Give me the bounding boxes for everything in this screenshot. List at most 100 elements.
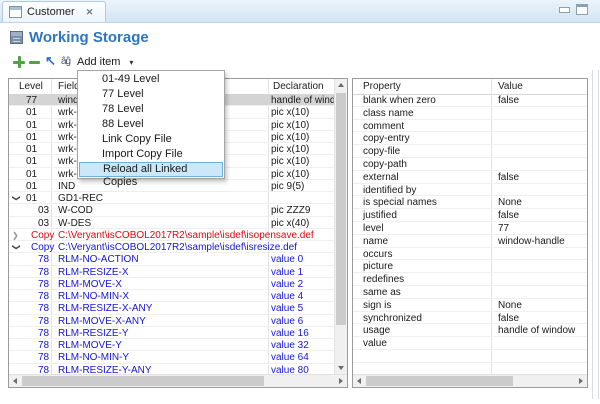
horizontal-scrollbar[interactable] [9, 374, 347, 387]
cell-level: 03 [38, 205, 49, 217]
table-row[interactable]: 78RLM-MOVE-Yvalue 32 [9, 339, 334, 351]
menu-item-link-copy-file[interactable]: Link Copy File [78, 132, 224, 147]
tab-customer[interactable]: Customer ✕ [2, 1, 106, 22]
property-row[interactable]: comment [353, 120, 587, 133]
cell-declaration: value 64 [271, 352, 309, 364]
chevron-collapsed-icon[interactable]: ❯ [12, 230, 20, 242]
cell-level: 01 [26, 144, 37, 156]
cell-declaration: pic x(10) [271, 169, 309, 181]
property-row[interactable] [353, 350, 587, 363]
table-row[interactable]: 01INDpic 9(5) [9, 180, 334, 192]
scroll-left-button[interactable] [353, 375, 365, 387]
cell-level: 78 [38, 328, 49, 340]
menu-item-77-level[interactable]: 77 Level [78, 87, 224, 102]
table-row[interactable]: 78RLM-NO-MIN-Xvalue 4 [9, 290, 334, 302]
property-row[interactable]: value [353, 337, 587, 350]
property-row[interactable]: sign isNone [353, 299, 587, 312]
property-row[interactable]: copy-file [353, 145, 587, 158]
column-header-value[interactable]: Value [498, 81, 523, 92]
cell-property: is special names [363, 197, 437, 209]
cell-field-name: IND [58, 181, 75, 193]
property-row[interactable]: same as [353, 286, 587, 299]
scrollbar-thumb[interactable] [366, 376, 513, 386]
chevron-down-icon: ▾ [129, 58, 133, 67]
menu-item-reload-all-linked-copies[interactable]: Reload all Linked Copies [79, 162, 223, 177]
cell-property: blank when zero [363, 95, 436, 107]
cell-level: 78 [38, 291, 49, 303]
table-row[interactable]: ❯CopyC:\Veryant\isCOBOL2017R2\sample\isd… [9, 229, 334, 241]
cell-level: 78 [38, 316, 49, 328]
cell-field-name: RLM-NO-ACTION [58, 254, 139, 266]
scroll-up-button[interactable] [335, 79, 347, 91]
scroll-left-button[interactable] [9, 375, 21, 387]
table-row[interactable]: 78RLM-RESIZE-Xvalue 1 [9, 266, 334, 278]
property-row[interactable]: blank when zerofalse [353, 94, 587, 107]
property-row[interactable]: justifiedfalse [353, 209, 587, 222]
property-row[interactable]: occurs [353, 248, 587, 261]
table-row[interactable]: 78RLM-RESIZE-X-ANYvalue 5 [9, 302, 334, 314]
cell-property: picture [363, 261, 393, 273]
cell-property: occurs [363, 249, 392, 261]
table-row[interactable]: ❯01GD1-REC [9, 192, 334, 204]
chevron-expanded-icon[interactable]: ❯ [10, 244, 22, 252]
cell-level: 03 [38, 218, 49, 230]
cell-property: copy-entry [363, 133, 410, 145]
cell-property: comment [363, 121, 404, 133]
scrollbar-thumb[interactable] [336, 93, 346, 325]
menu-item-78-level[interactable]: 78 Level [78, 102, 224, 117]
column-header-level[interactable]: Level [19, 81, 43, 92]
cell-field-name: W-DES [58, 218, 91, 230]
table-row[interactable]: 03W-CODpic ZZZ9 [9, 204, 334, 216]
table-row[interactable]: 03 W-DES pic x(40) [9, 217, 334, 229]
working-storage-icon [10, 31, 23, 44]
property-row[interactable]: is special namesNone [353, 196, 587, 209]
close-icon[interactable]: ✕ [86, 7, 94, 18]
property-row[interactable]: picture [353, 260, 587, 273]
property-row[interactable]: redefines [353, 273, 587, 286]
table-row[interactable]: 78RLM-NO-MIN-Yvalue 64 [9, 351, 334, 363]
scrollbar-thumb[interactable] [22, 376, 264, 386]
chevron-expanded-icon[interactable]: ❯ [10, 195, 22, 203]
property-row[interactable]: copy-entry [353, 132, 587, 145]
column-header-declaration[interactable]: Declaration [273, 81, 324, 92]
property-row[interactable]: externalfalse [353, 171, 587, 184]
table-row[interactable]: ❯CopyC:\Veryant\isCOBOL2017R2\sample\isd… [9, 241, 334, 253]
property-row[interactable]: copy-path [353, 158, 587, 171]
cell-declaration: pic 9(5) [271, 181, 304, 193]
maximize-view-button[interactable] [576, 4, 588, 15]
cell-declaration: pic x(40) [271, 218, 309, 230]
menu-item-88-level[interactable]: 88 Level [78, 117, 224, 132]
remove-item-icon[interactable] [29, 61, 40, 64]
column-header-property[interactable]: Property [363, 81, 401, 92]
property-row[interactable] [353, 363, 587, 374]
table-row[interactable]: 78RLM-MOVE-X-ANYvalue 6 [9, 315, 334, 327]
scroll-right-button[interactable] [575, 375, 587, 387]
cell-level: 78 [38, 254, 49, 266]
add-item-button[interactable]: Add item ▾ [77, 56, 133, 68]
property-row[interactable]: usagehandle of window [353, 324, 587, 337]
table-row[interactable]: 78RLM-RESIZE-Y-ANYvalue 80 [9, 364, 334, 375]
property-row[interactable]: synchronizedfalse [353, 312, 587, 325]
scroll-right-button[interactable] [335, 375, 347, 387]
property-row[interactable]: class name [353, 107, 587, 120]
menu-item-01-49-level[interactable]: 01-49 Level [78, 72, 224, 87]
menu-item-import-copy-file[interactable]: Import Copy File [78, 147, 224, 162]
table-row[interactable]: 78RLM-NO-ACTIONvalue 0 [9, 253, 334, 265]
table-row[interactable]: 78RLM-RESIZE-Yvalue 16 [9, 327, 334, 339]
cell-level: 01 [26, 120, 37, 132]
cell-declaration: value 6 [271, 316, 303, 328]
property-row[interactable]: level77 [353, 222, 587, 235]
table-row[interactable]: 78RLM-MOVE-Xvalue 2 [9, 278, 334, 290]
scroll-down-button[interactable] [335, 362, 347, 374]
cell-property: level [363, 223, 384, 235]
navigate-up-icon[interactable]: ↖ [45, 54, 56, 68]
find-replace-icon[interactable]: âĝ [61, 56, 70, 67]
cell-declaration: handle of window [271, 95, 334, 107]
cell-level: 78 [38, 352, 49, 364]
add-item-icon[interactable] [13, 56, 25, 68]
minimize-view-button[interactable] [559, 7, 570, 13]
vertical-scrollbar[interactable] [334, 79, 347, 374]
horizontal-scrollbar[interactable] [353, 374, 587, 387]
property-row[interactable]: identified by [353, 184, 587, 197]
property-row[interactable]: namewindow-handle [353, 235, 587, 248]
